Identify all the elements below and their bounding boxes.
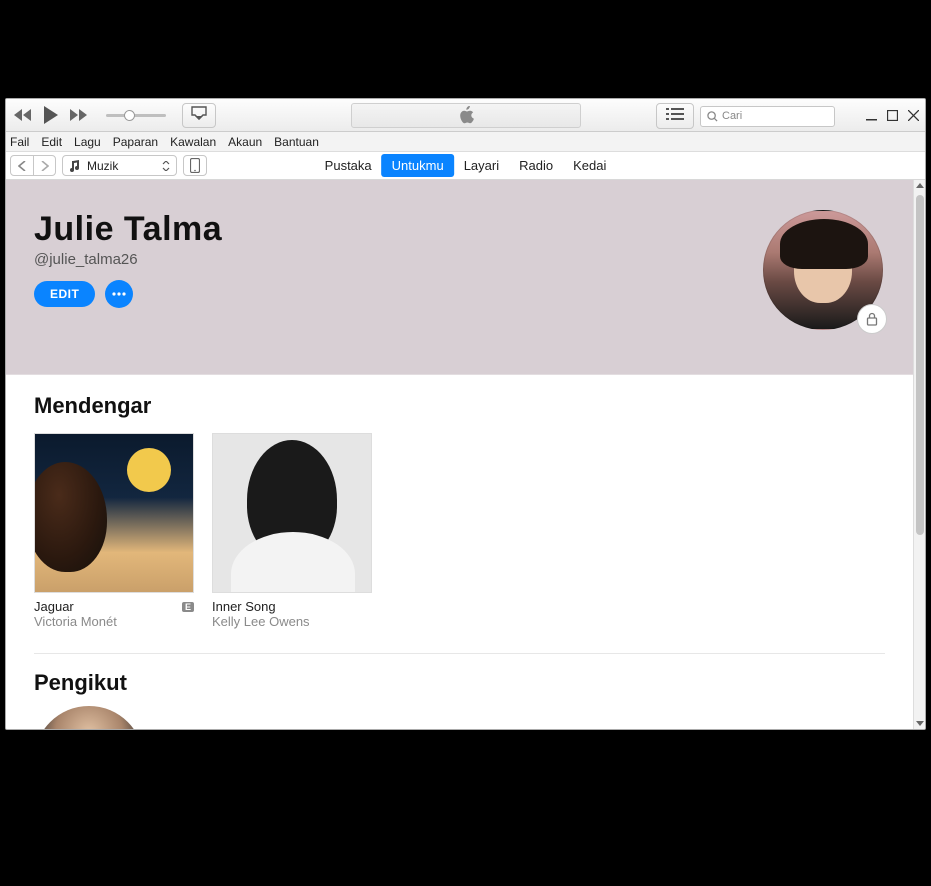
volume-slider[interactable] [106,114,166,117]
menu-item[interactable]: Bantuan [274,135,319,149]
window-controls [866,99,919,132]
vertical-scrollbar[interactable] [913,180,925,729]
album-artwork [34,433,194,593]
menu-item[interactable]: Fail [10,135,29,149]
album-title: Inner Song [212,599,276,614]
now-playing-display [351,103,581,128]
search-input[interactable]: Cari [700,106,835,127]
menu-item[interactable]: Akaun [228,135,262,149]
titlebar: Cari [6,99,925,132]
maximize-button[interactable] [887,110,898,121]
follower-avatar[interactable] [34,706,144,729]
edit-profile-button[interactable]: EDIT [34,281,95,307]
nav-item[interactable]: Layari [454,154,509,177]
search-icon [707,111,718,122]
airplay-button[interactable] [182,103,216,128]
profile-name: Julie Talma [34,210,885,249]
more-icon [112,292,126,296]
forward-button[interactable] [33,156,55,175]
music-note-icon [69,160,81,172]
content-area: Julie Talma @julie_talma26 EDIT Mendenga… [6,180,913,729]
minimize-button[interactable] [866,110,877,121]
explicit-badge: E [182,602,194,612]
followers-section: Pengikut [6,654,913,729]
menu-item[interactable]: Paparan [113,135,158,149]
profile-handle: @julie_talma26 [34,251,885,268]
queue-button[interactable] [656,103,694,129]
apple-logo-icon [458,106,474,124]
nav-item[interactable]: Untukmu [382,154,454,177]
media-type-select[interactable]: Muzik [62,155,177,176]
listening-section: Mendengar Jaguar E Victoria Monét Inner … [6,375,913,639]
media-type-label: Muzik [87,159,118,173]
menu-item[interactable]: Edit [41,135,62,149]
album-item[interactable]: Inner Song Kelly Lee Owens [212,433,372,629]
next-button[interactable] [68,104,90,126]
album-artist: Victoria Monét [34,614,194,629]
more-button[interactable] [105,280,133,308]
privacy-lock-badge[interactable] [857,304,887,334]
lock-icon [866,312,878,326]
scroll-down-arrow[interactable] [914,717,926,729]
playback-controls [12,103,216,128]
menu-item[interactable]: Kawalan [170,135,216,149]
profile-header: Julie Talma @julie_talma26 EDIT [6,180,913,375]
album-artist: Kelly Lee Owens [212,614,372,629]
album-title: Jaguar [34,599,74,614]
play-button[interactable] [40,104,62,126]
scroll-up-arrow[interactable] [914,180,926,192]
previous-button[interactable] [12,104,34,126]
album-artwork [212,433,372,593]
scroll-thumb[interactable] [916,195,924,535]
nav-item[interactable]: Radio [509,154,563,177]
main-navigation: Pustaka Untukmu Layari Radio Kedai [315,152,617,180]
navigation-toolbar: Muzik Pustaka Untukmu Layari Radio Kedai [6,152,925,180]
menu-bar: Fail Edit Lagu Paparan Kawalan Akaun Ban… [6,132,925,152]
nav-item[interactable]: Pustaka [315,154,382,177]
profile-avatar-container [763,210,883,330]
section-title: Pengikut [34,670,885,696]
close-button[interactable] [908,110,919,121]
device-button[interactable] [183,155,207,176]
menu-item[interactable]: Lagu [74,135,101,149]
back-forward-buttons [10,155,56,176]
app-window: Cari Fail Edit Lagu Paparan Kawalan Akau… [5,98,926,730]
album-item[interactable]: Jaguar E Victoria Monét [34,433,194,629]
section-title: Mendengar [34,393,885,419]
search-placeholder: Cari [722,110,742,122]
albums-row: Jaguar E Victoria Monét Inner Song Kelly… [34,433,885,629]
profile-actions: EDIT [34,280,885,308]
nav-item[interactable]: Kedai [563,154,616,177]
back-button[interactable] [11,156,33,175]
chevron-updown-icon [162,161,170,171]
